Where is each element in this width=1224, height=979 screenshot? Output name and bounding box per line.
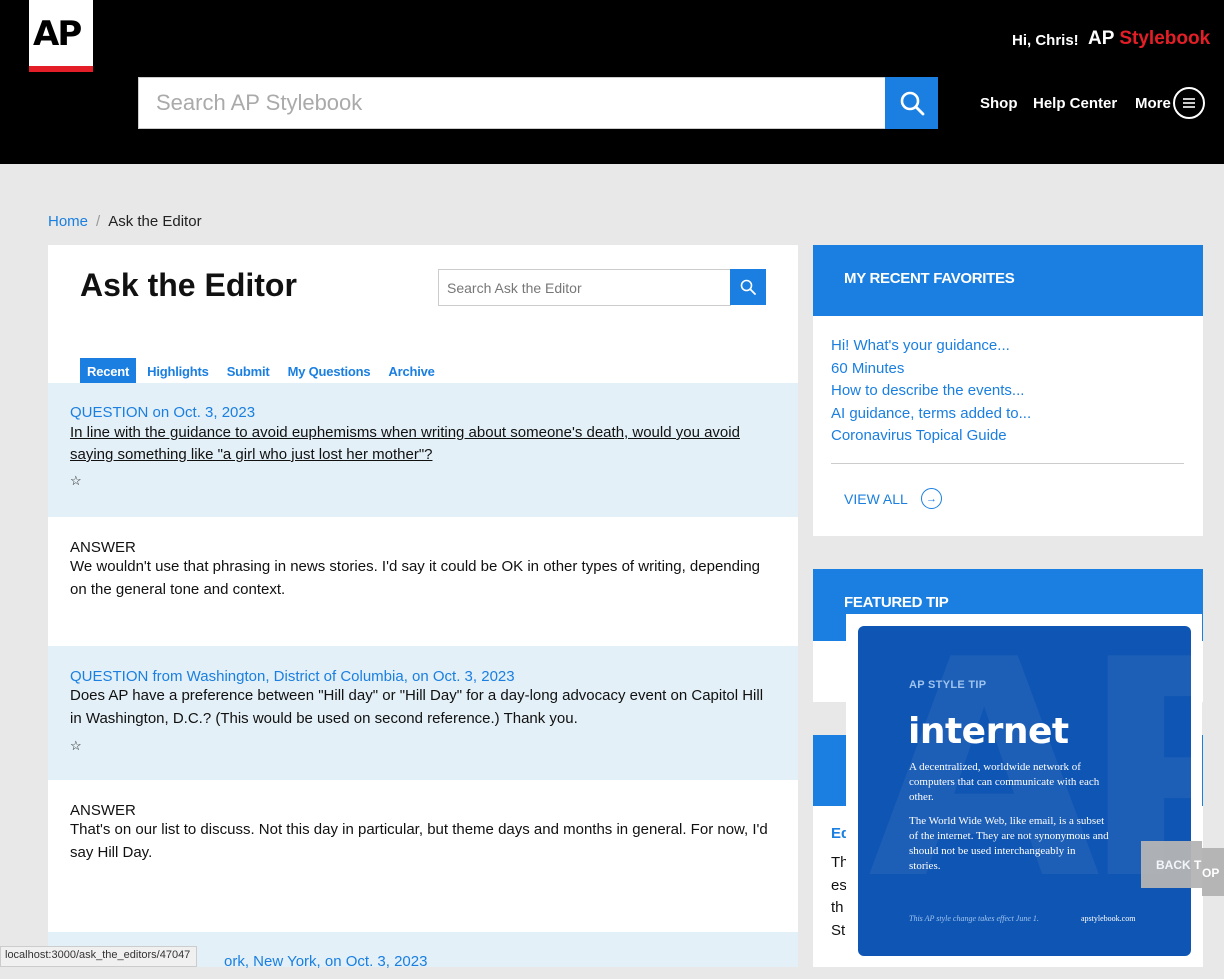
ask-editor-search-field[interactable]	[438, 269, 731, 306]
style-tip-card[interactable]: AP AP STYLE TIP internet A decentralized…	[858, 626, 1191, 956]
nav-help-center[interactable]: Help Center	[1033, 95, 1117, 112]
search-icon	[740, 279, 756, 295]
question-label[interactable]: ork, New York, on Oct. 3, 2023	[224, 953, 427, 970]
tip-word: internet	[908, 711, 1069, 752]
tab-recent[interactable]: Recent	[80, 358, 137, 383]
recent-favorites-panel: MY RECENT FAVORITES Hi! What's your guid…	[813, 245, 1203, 536]
tip-definition: A decentralized, worldwide network of co…	[909, 761, 1100, 803]
back-to-top-button[interactable]: BACK T	[1141, 841, 1202, 888]
breadcrumb-home[interactable]: Home	[48, 213, 88, 230]
ask-editor-search-input[interactable]	[439, 270, 730, 305]
view-all-link[interactable]: VIEW ALL	[844, 491, 908, 507]
back-to-top-button-shadow[interactable]: OP	[1202, 848, 1224, 896]
tip-url: apstylebook.com	[1081, 914, 1136, 923]
favorite-link[interactable]: AI guidance, terms added to...	[831, 405, 1031, 422]
answer-label: ANSWER	[70, 802, 136, 819]
tab-highlights[interactable]: Highlights	[140, 358, 216, 383]
favorite-link[interactable]: How to describe the events...	[831, 382, 1024, 399]
tip-body: The World Wide Web, like email, is a sub…	[909, 815, 1109, 872]
tab-submit[interactable]: Submit	[220, 358, 277, 383]
user-greeting[interactable]: Hi, Chris!	[1012, 32, 1079, 49]
featured-tip-title: FEATURED TIP	[844, 594, 949, 611]
page-title: Ask the Editor	[80, 267, 297, 303]
favorite-link[interactable]: Hi! What's your guidance...	[831, 337, 1010, 354]
tip-kicker: AP STYLE TIP	[909, 679, 987, 691]
back-to-top-label: BACK T	[1156, 858, 1202, 872]
ask-the-editor-panel: Ask the Editor Recent Highlights Submit …	[48, 245, 798, 967]
brand-stylebook: Stylebook	[1119, 28, 1211, 49]
nav-more[interactable]: More	[1135, 95, 1171, 112]
tab-archive[interactable]: Archive	[381, 358, 441, 383]
divider	[831, 463, 1184, 464]
ask-editor-search-button[interactable]	[730, 269, 766, 305]
status-bar-url: localhost:3000/ask_the_editors/47047	[0, 946, 198, 967]
favorite-link[interactable]: 60 Minutes	[831, 360, 904, 377]
back-to-top-label-2: OP	[1202, 866, 1220, 880]
question-text: Does AP have a preference between "Hill …	[70, 687, 764, 727]
arrow-right-circle-icon[interactable]: →	[921, 488, 942, 509]
favorite-star-icon[interactable]: ☆	[70, 473, 82, 489]
favorite-link[interactable]: Coronavirus Topical Guide	[831, 427, 1007, 444]
question-label[interactable]: QUESTION from Washington, District of Co…	[70, 668, 515, 685]
ap-logo-red-bar	[29, 66, 93, 72]
stylebook-search-field[interactable]	[138, 77, 886, 129]
search-icon	[900, 91, 924, 116]
question-link[interactable]: In line with the guidance to avoid euphe…	[70, 422, 770, 466]
question-label: QUESTION on Oct. 3, 2023	[70, 404, 256, 421]
breadcrumb: Home / Ask the Editor	[48, 213, 202, 230]
answer-block: ANSWER That's on our list to discuss. No…	[48, 780, 798, 932]
menu-icon[interactable]	[1173, 87, 1205, 119]
answer-block: ANSWER We wouldn't use that phrasing in …	[48, 517, 798, 646]
answer-text: That's on our list to discuss. Not this …	[70, 821, 768, 861]
nav-shop[interactable]: Shop	[980, 95, 1018, 112]
breadcrumb-separator: /	[96, 213, 101, 230]
favorite-star-icon[interactable]: ☆	[70, 738, 82, 754]
breadcrumb-current: Ask the Editor	[108, 213, 202, 230]
answer-label: ANSWER	[70, 539, 136, 556]
tab-my-questions[interactable]: My Questions	[281, 358, 378, 383]
favorites-header: MY RECENT FAVORITES	[813, 245, 1203, 316]
editor-tabs: Recent Highlights Submit My Questions Ar…	[80, 358, 446, 383]
stylebook-search-input[interactable]	[139, 78, 885, 128]
brand-ap: AP	[1088, 28, 1115, 49]
tip-footer: This AP style change takes effect June 1…	[909, 914, 1039, 923]
answer-text: We wouldn't use that phrasing in news st…	[70, 558, 760, 598]
question-block: QUESTION from Washington, District of Co…	[48, 646, 798, 780]
ap-logo-text: AP	[33, 14, 82, 54]
stylebook-brand[interactable]: AP Stylebook	[1088, 28, 1210, 50]
stylebook-search-button[interactable]	[885, 77, 938, 129]
hamburger-icon	[1183, 98, 1195, 108]
question-block: QUESTION on Oct. 3, 2023 In line with th…	[48, 383, 798, 517]
favorites-title: MY RECENT FAVORITES	[844, 270, 1015, 287]
ap-logo[interactable]: AP	[29, 0, 93, 72]
site-header: AP Hi, Chris! AP Stylebook Shop Help Cen…	[0, 0, 1224, 164]
